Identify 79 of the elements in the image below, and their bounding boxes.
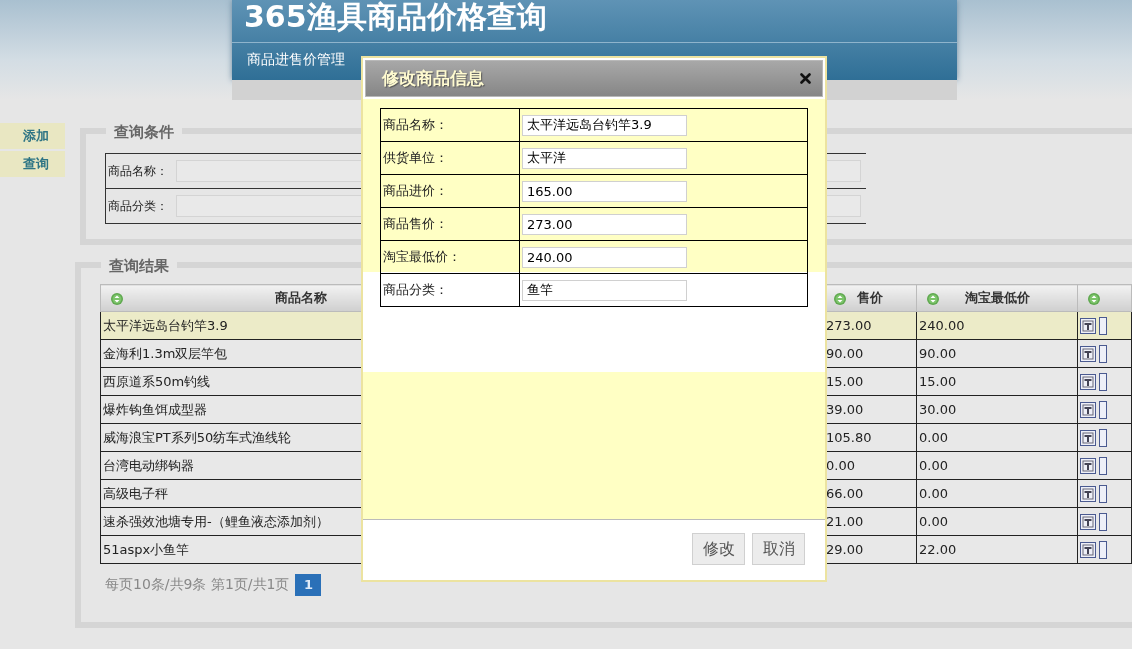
dialog-button[interactable]: 修改 bbox=[692, 533, 745, 565]
sidebar-item[interactable]: 查询 bbox=[0, 151, 65, 177]
action-icon[interactable] bbox=[1099, 512, 1107, 531]
table-cell: 0.00 bbox=[919, 514, 948, 529]
table-cell: 90.00 bbox=[919, 346, 957, 361]
table-cell: 90.00 bbox=[826, 346, 864, 361]
field-label: 商品名称： bbox=[383, 117, 448, 132]
panel-legend: 查询条件 bbox=[106, 122, 182, 142]
action-icon[interactable] bbox=[1099, 316, 1107, 335]
column-title: 售价 bbox=[857, 290, 883, 305]
table-cell: 威海浪宝PT系列50纺车式渔线轮 bbox=[103, 429, 292, 445]
input-field[interactable]: 鱼竿 bbox=[522, 279, 687, 301]
table-cell: 金海利1.3m双层竿包 bbox=[103, 345, 228, 361]
edit-icon[interactable] bbox=[1080, 317, 1096, 334]
field-label: 商品名称： bbox=[107, 162, 169, 180]
input-field[interactable]: 太平洋 bbox=[522, 147, 687, 169]
table-cell: 15.00 bbox=[919, 374, 957, 389]
action-icon[interactable] bbox=[1099, 372, 1107, 391]
nav-link[interactable]: 商品进售价管理 bbox=[247, 51, 345, 69]
table-cell: 西原道系50m钓线 bbox=[103, 373, 211, 389]
table-cell: 爆炸钩鱼饵成型器 bbox=[103, 401, 207, 417]
column-title: 淘宝最低价 bbox=[964, 290, 1030, 305]
column-title: 商品名称 bbox=[275, 290, 327, 305]
input-field[interactable]: 165.00 bbox=[522, 180, 687, 202]
field-label: 商品分类： bbox=[107, 197, 169, 215]
action-icon[interactable] bbox=[1099, 540, 1107, 559]
field-label: 商品进价： bbox=[383, 183, 448, 198]
edit-icon[interactable] bbox=[1080, 429, 1096, 446]
table-cell: 30.00 bbox=[919, 402, 957, 417]
table-cell: 51aspx小鱼竿 bbox=[103, 541, 190, 557]
input-field[interactable]: 太平洋远岛台钓竿3.9 bbox=[522, 114, 687, 136]
page-button[interactable]: 1 bbox=[295, 574, 322, 596]
sidebar-item[interactable]: 添加 bbox=[0, 123, 65, 149]
sort-icon[interactable] bbox=[927, 293, 939, 305]
edit-icon[interactable] bbox=[1080, 485, 1096, 502]
table-cell: 273.00 bbox=[826, 318, 872, 333]
table-cell: 台湾电动绑钩器 bbox=[103, 457, 194, 473]
input-field[interactable]: 240.00 bbox=[522, 246, 687, 268]
table-cell: 39.00 bbox=[826, 402, 864, 417]
table-cell: 高级电子秤 bbox=[103, 485, 168, 501]
field-label: 商品售价： bbox=[383, 216, 448, 231]
edit-icon[interactable] bbox=[1080, 457, 1096, 474]
close-icon[interactable] bbox=[800, 73, 811, 84]
field-label: 淘宝最低价： bbox=[383, 249, 461, 264]
action-icon[interactable] bbox=[1099, 344, 1107, 363]
action-icon[interactable] bbox=[1099, 456, 1107, 475]
panel-legend: 查询结果 bbox=[101, 256, 177, 276]
table-cell: 66.00 bbox=[826, 486, 864, 501]
dialog-button[interactable]: 取消 bbox=[752, 533, 805, 565]
column-header[interactable]: 淘宝最低价 bbox=[916, 284, 1078, 312]
table-cell: 0.00 bbox=[919, 458, 948, 473]
table-cell: 29.00 bbox=[826, 542, 864, 557]
table-cell: 太平洋远岛台钓竿3.9 bbox=[103, 317, 228, 333]
field-label: 供货单位： bbox=[383, 150, 448, 165]
sort-icon[interactable] bbox=[1088, 293, 1100, 305]
input-field[interactable]: 273.00 bbox=[522, 213, 687, 235]
table-cell: 22.00 bbox=[919, 542, 957, 557]
action-icon[interactable] bbox=[1099, 484, 1107, 503]
table-cell: 15.00 bbox=[826, 374, 864, 389]
table-cell: 21.00 bbox=[826, 514, 864, 529]
sort-icon[interactable] bbox=[834, 293, 846, 305]
edit-icon[interactable] bbox=[1080, 401, 1096, 418]
edit-icon[interactable] bbox=[1080, 373, 1096, 390]
sort-icon[interactable] bbox=[111, 293, 123, 305]
table-cell: 0.00 bbox=[919, 486, 948, 501]
edit-icon[interactable] bbox=[1080, 541, 1096, 558]
edit-icon[interactable] bbox=[1080, 345, 1096, 362]
table-cell: 速杀强效池塘专用-（鲤鱼液态添加剂） bbox=[103, 513, 329, 529]
edit-icon[interactable] bbox=[1080, 513, 1096, 530]
dialog-title: 修改商品信息 bbox=[382, 67, 484, 90]
pager-text: 每页10条/共9条 第1页/共1页 bbox=[105, 576, 290, 594]
action-icon[interactable] bbox=[1099, 400, 1107, 419]
table-cell: 240.00 bbox=[919, 318, 965, 333]
table-cell: 105.80 bbox=[826, 430, 872, 445]
table-cell: 0.00 bbox=[919, 430, 948, 445]
site-title: 365渔具商品价格查询 bbox=[232, 0, 957, 43]
field-label: 商品分类： bbox=[383, 282, 448, 297]
action-icon[interactable] bbox=[1099, 428, 1107, 447]
table-cell: 0.00 bbox=[826, 458, 855, 473]
